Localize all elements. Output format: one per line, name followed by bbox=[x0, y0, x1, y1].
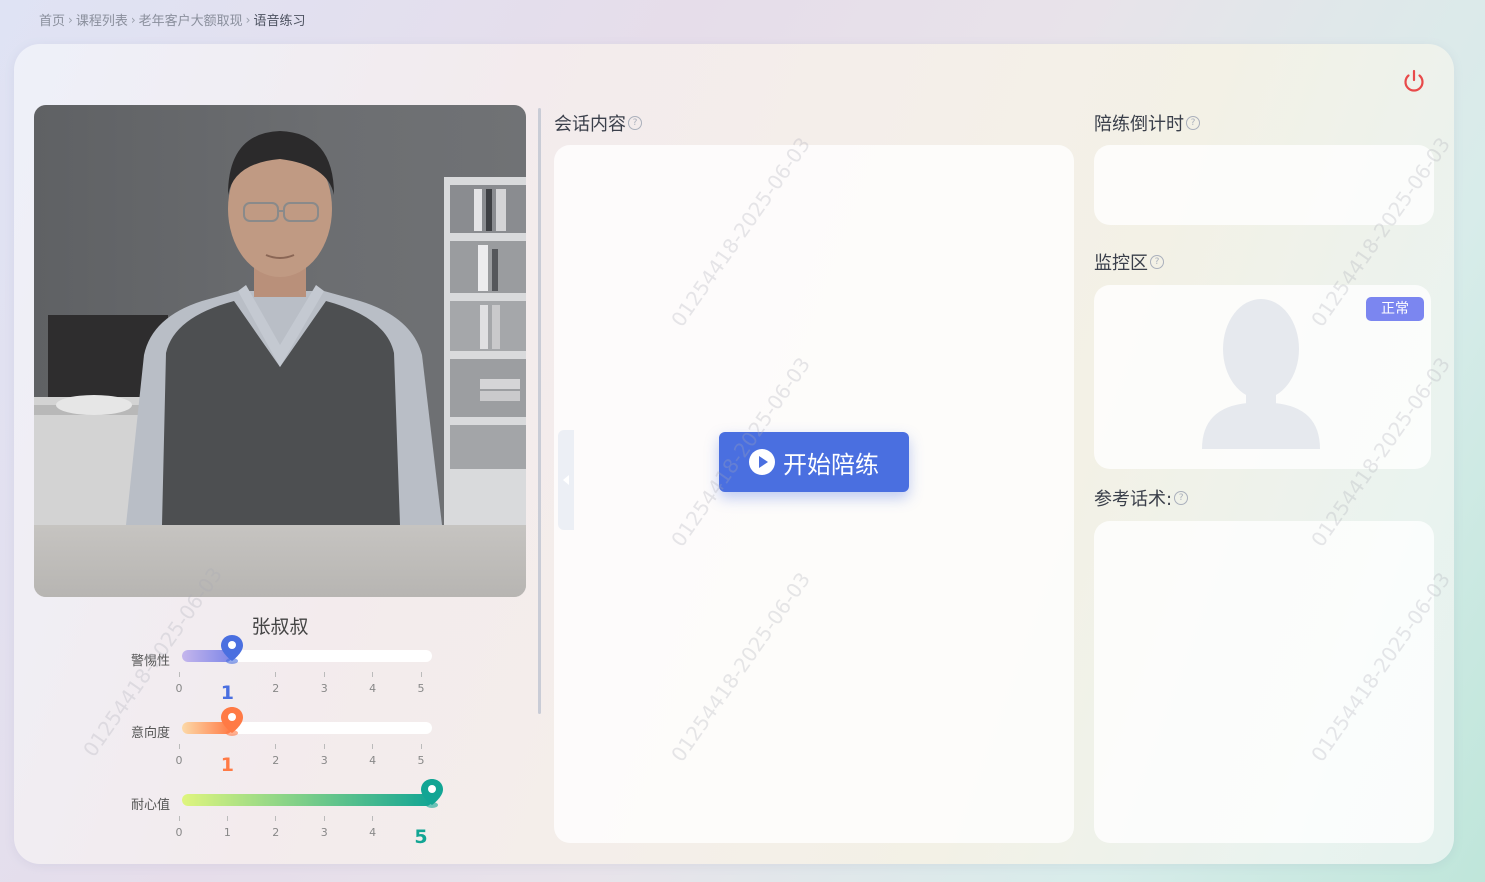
countdown-title-text: 陪练倒计时 bbox=[1094, 114, 1184, 135]
tick-label: 4 bbox=[369, 826, 377, 839]
status-badge: 正常 bbox=[1366, 297, 1424, 321]
tick-label: 2 bbox=[272, 754, 280, 767]
help-icon[interactable]: ? bbox=[628, 116, 642, 130]
start-practice-button[interactable]: 开始陪练 bbox=[719, 432, 909, 492]
monitor-title-text: 监控区 bbox=[1094, 253, 1148, 274]
reference-title-text: 参考话术: bbox=[1094, 489, 1173, 510]
breadcrumb-home[interactable]: 首页 bbox=[39, 10, 65, 29]
meter-ticks: 0 1 2 3 4 5 bbox=[176, 672, 439, 704]
tick-mark bbox=[323, 816, 325, 821]
tick-mark bbox=[323, 744, 325, 749]
monitor-title: 监控区 ? bbox=[1094, 249, 1164, 275]
location-pin-icon[interactable] bbox=[220, 706, 244, 736]
user-silhouette-icon bbox=[1202, 299, 1320, 449]
tick-label: 2 bbox=[272, 826, 280, 839]
tick-label: 0 bbox=[175, 754, 183, 767]
meter-tick: 2 bbox=[266, 816, 286, 839]
breadcrumb: 首页 › 课程列表 › 老年客户大额取现 › 语音练习 bbox=[39, 10, 306, 30]
tick-label: 1 bbox=[223, 826, 231, 839]
tick-mark bbox=[178, 672, 180, 677]
reference-panel bbox=[1094, 521, 1434, 843]
meter-ticks: 0 1 2 3 4 5 bbox=[176, 816, 439, 848]
tick-label: 1 bbox=[220, 682, 234, 704]
tick-label: 3 bbox=[320, 826, 328, 839]
breadcrumb-course-list[interactable]: 课程列表 bbox=[76, 10, 128, 29]
play-icon bbox=[749, 449, 775, 475]
meter-tick: 2 bbox=[266, 672, 286, 695]
conversation-panel bbox=[554, 145, 1074, 843]
meter-tick: 1 bbox=[217, 816, 237, 839]
help-icon[interactable]: ? bbox=[1150, 255, 1164, 269]
meter-tick: 0 bbox=[169, 744, 189, 767]
start-practice-label: 开始陪练 bbox=[783, 450, 879, 479]
meter-tick: 5 bbox=[411, 672, 431, 695]
tick-label: 4 bbox=[369, 754, 377, 767]
help-icon[interactable]: ? bbox=[1174, 491, 1189, 505]
meter-ticks: 0 1 2 3 4 5 bbox=[176, 744, 439, 776]
tick-mark bbox=[275, 672, 277, 677]
character-video-image bbox=[34, 105, 526, 597]
meter-tick: 4 bbox=[363, 672, 383, 695]
meter-label: 警惕性 bbox=[130, 654, 170, 669]
meter-tick: 3 bbox=[314, 744, 334, 767]
meter-tick: 2 bbox=[266, 744, 286, 767]
meter-tick: 3 bbox=[314, 816, 334, 839]
tick-mark bbox=[275, 744, 277, 749]
tick-mark bbox=[420, 672, 422, 677]
location-pin-icon[interactable] bbox=[220, 634, 244, 664]
tick-label: 3 bbox=[320, 682, 328, 695]
tick-label: 4 bbox=[369, 682, 377, 695]
location-pin-icon[interactable] bbox=[420, 778, 444, 808]
tick-label: 2 bbox=[272, 682, 280, 695]
tick-mark bbox=[372, 744, 374, 749]
tick-mark bbox=[420, 744, 422, 749]
meter-label: 意向度 bbox=[130, 726, 170, 741]
tick-mark bbox=[275, 816, 277, 821]
breadcrumb-current: 语音练习 bbox=[253, 14, 306, 29]
breadcrumb-course[interactable]: 老年客户大额取现 bbox=[139, 10, 243, 29]
tick-label: 1 bbox=[220, 754, 234, 776]
meter-fill bbox=[182, 794, 432, 806]
chevron-right-icon: › bbox=[130, 12, 136, 27]
chevron-right-icon: › bbox=[245, 12, 251, 27]
power-icon[interactable] bbox=[1399, 66, 1429, 96]
reference-title: 参考话术: ? bbox=[1094, 485, 1189, 511]
meter-tick: 4 bbox=[363, 744, 383, 767]
meter-track bbox=[182, 794, 432, 806]
tick-label: 5 bbox=[417, 754, 425, 767]
countdown-title: 陪练倒计时 ? bbox=[1094, 110, 1200, 136]
meter-tick: 4 bbox=[363, 816, 383, 839]
character-video bbox=[34, 105, 526, 597]
tick-label: 0 bbox=[175, 682, 183, 695]
meter-label: 耐心值 bbox=[130, 798, 170, 813]
panel-divider[interactable] bbox=[538, 108, 541, 714]
tick-mark bbox=[372, 672, 374, 677]
conversation-title: 会话内容 ? bbox=[554, 110, 642, 136]
tick-mark bbox=[178, 744, 180, 749]
tick-label: 5 bbox=[414, 826, 428, 848]
countdown-panel bbox=[1094, 145, 1434, 225]
help-icon[interactable]: ? bbox=[1186, 116, 1200, 130]
tick-mark bbox=[323, 672, 325, 677]
meter-tick: 3 bbox=[314, 672, 334, 695]
tick-label: 5 bbox=[417, 682, 425, 695]
tick-mark bbox=[178, 816, 180, 821]
character-name: 张叔叔 bbox=[251, 616, 309, 638]
meter-tick: 5 bbox=[411, 816, 431, 848]
tick-label: 3 bbox=[320, 754, 328, 767]
chevron-right-icon: › bbox=[68, 12, 73, 27]
meter-tick: 0 bbox=[169, 672, 189, 695]
meter-tick: 1 bbox=[217, 672, 237, 704]
tick-mark bbox=[372, 816, 374, 821]
meter-tick: 0 bbox=[169, 816, 189, 839]
tick-mark bbox=[226, 816, 228, 821]
tick-label: 0 bbox=[175, 826, 183, 839]
conversation-title-text: 会话内容 bbox=[554, 114, 626, 135]
meter-tick: 5 bbox=[411, 744, 431, 767]
meter-tick: 1 bbox=[217, 744, 237, 776]
